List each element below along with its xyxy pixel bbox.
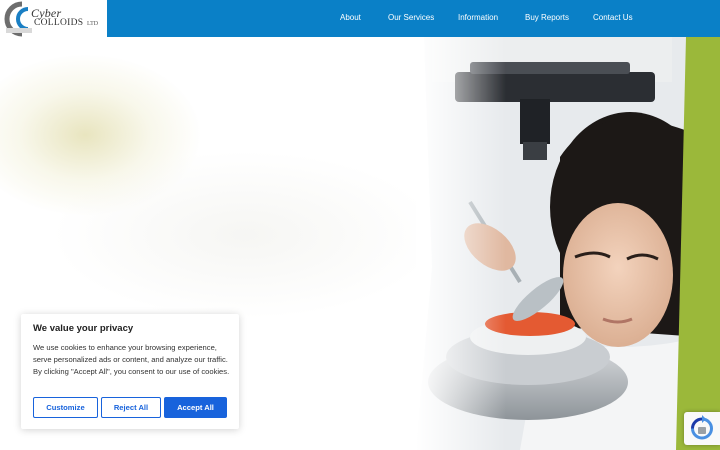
cookie-description: We use cookies to enhance your browsing … [33,343,230,376]
nav-about[interactable]: About [340,13,361,22]
cookie-consent-banner: We value your privacy We use cookies to … [21,314,239,429]
nav-our-services[interactable]: Our Services [388,13,434,22]
cookie-title: We value your privacy [33,323,134,334]
recaptcha-badge-icon[interactable] [684,412,720,445]
accept-all-button[interactable]: Accept All [164,397,227,418]
logo[interactable]: Cyber COLLOIDS LTD [0,0,107,37]
nav-contact-us[interactable]: Contact Us [593,13,633,22]
site-header: Cyber COLLOIDS LTD About Our Services In… [0,0,720,37]
reject-all-button[interactable]: Reject All [101,397,161,418]
nav-information[interactable]: Information [458,13,498,22]
customize-button[interactable]: Customize [33,397,98,418]
logo-text-colloids: COLLOIDS [34,18,84,28]
logo-text-ltd: LTD [87,21,99,27]
nav-buy-reports[interactable]: Buy Reports [525,13,569,22]
